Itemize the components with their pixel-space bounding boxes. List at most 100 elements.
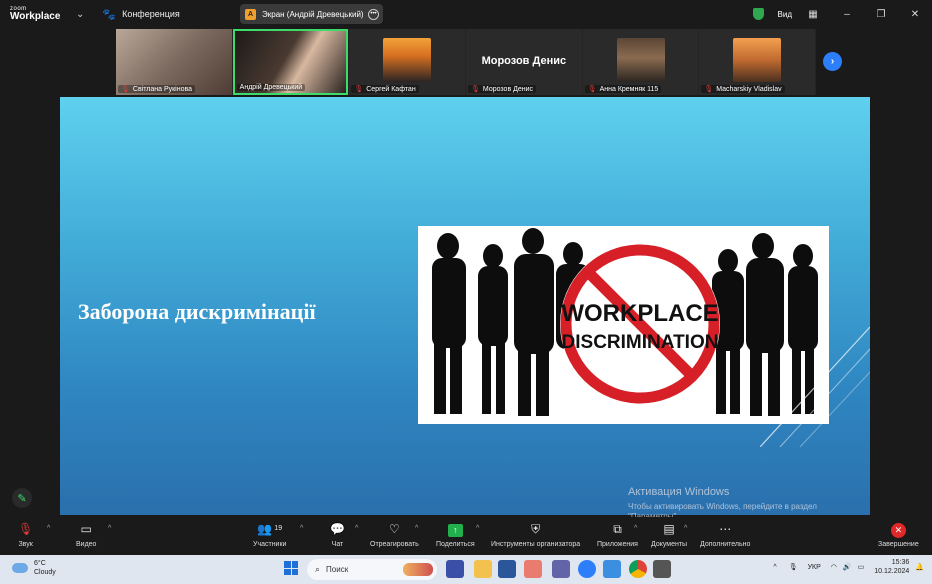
game-app-icon[interactable] [653,560,671,578]
paw-icon: 🐾 [102,8,117,21]
chevron-down-icon[interactable]: ⌄ [76,9,84,20]
video-options-caret[interactable]: ^ [108,525,111,532]
participant-name-tag: 🎙 Анна Кремняк 115 [584,85,662,93]
apps-icon: ⧉ [613,522,622,536]
windows-taskbar: 6°C Cloudy ⌕ Поиск ^ 🎙 УКР ◠ 🔊 ▭ 15:36 1… [0,555,932,584]
browser-app-icon[interactable] [524,560,542,578]
chat-icon: 💬 [330,522,345,536]
end-meeting-button[interactable]: ✕ Завершение [878,521,919,548]
more-dots-icon: ⋯ [719,522,732,536]
profile-picture [616,38,665,82]
view-options-icon[interactable]: ▦ [796,9,830,20]
participants-icon: 👥 19 [257,522,283,536]
participant-display-name: Морозов Денис [481,55,567,67]
more-button[interactable]: ⋯ Дополнительно [700,521,750,548]
decorative-lines [760,326,870,447]
muted-mic-icon: 🎙 [471,86,480,93]
muted-mic-icon: 🎙 [121,86,130,93]
participant-name-tag: 🎙 Macharskiy Vladislav [701,85,785,93]
battery-icon[interactable]: ▭ [858,563,865,571]
more-options-icon[interactable]: ••• [368,8,379,20]
profile-picture [733,38,782,82]
share-options-caret[interactable]: ^ [476,525,479,532]
apps-button[interactable]: ⧉ Приложения [597,521,638,548]
screen-share-label: Экран (Андрій Древецький) [262,9,364,19]
chat-options-caret[interactable]: ^ [355,525,358,532]
participant-tile[interactable]: 🎙 Анна Кремняк 115 [582,29,699,95]
security-shield-icon[interactable] [752,8,764,20]
participant-tile-active-speaker[interactable]: Андрій Древецький [232,29,349,95]
participant-tile[interactable]: 🎙 Сергей Кафтан [349,29,466,95]
shared-screen-area: Заборона дискримінації WORKPLACE DISCRIM… [0,95,932,521]
muted-microphone-icon: 🎙 [18,522,34,536]
chrome-icon[interactable] [629,560,647,578]
participant-tile[interactable]: 🎙 Macharskiy Vladislav [699,29,816,95]
participant-tile[interactable]: 🎙 Світлана Рукінова [116,29,232,95]
notification-bell-icon[interactable]: 🔔 [915,563,924,571]
video-camera-icon: ▭ [80,522,92,536]
restore-button[interactable]: ❐ [864,9,898,20]
react-options-caret[interactable]: ^ [415,525,418,532]
participant-tile[interactable]: Морозов Денис 🎙 Морозов Денис [466,29,582,95]
share-screen-button[interactable]: ↑ Поделиться [436,521,475,548]
zoom-taskbar-icon[interactable] [578,560,596,578]
slide-title: Заборона дискримінації [78,299,316,324]
participant-name-tag: Андрій Древецький [236,84,306,91]
docs-options-caret[interactable]: ^ [684,525,687,532]
participants-options-caret[interactable]: ^ [300,525,303,532]
system-tray: ^ 🎙 УКР ◠ 🔊 ▭ 15:36 10.12.2024 🔔 [773,558,924,577]
sharer-avatar-icon: A [245,8,256,20]
muted-mic-icon: 🎙 [587,86,597,93]
cloud-icon [12,563,28,574]
video-button[interactable]: ▭ Видео [76,521,96,548]
weather-widget[interactable]: 6°C Cloudy [12,559,56,577]
apps-options-caret[interactable]: ^ [634,525,637,532]
word-icon[interactable] [498,560,516,578]
microphone-icon[interactable]: 🎙 [789,563,798,571]
participant-name-tag: 🎙 Світлана Рукінова [118,85,196,93]
taskbar-search[interactable]: ⌕ Поиск [307,559,437,580]
participants-button[interactable]: 👥 19 Участники [253,521,286,548]
image-text-workplace: WORKPLACE [561,300,718,327]
search-highlight-image [403,563,433,576]
search-icon: ⌕ [315,564,321,574]
file-explorer-icon[interactable] [474,560,492,578]
meeting-toolbar: 🎙 Звук ^ ▭ Видео ^ 👥 19 Участники ^ 💬 Чат… [0,517,932,554]
audio-button[interactable]: 🎙 Звук [18,521,33,548]
participant-name-tag: 🎙 Сергей Кафтан [351,85,419,93]
telegram-icon[interactable] [603,560,621,578]
image-text-discrimination: DISCRIMINATION [562,332,719,353]
messenger-icon[interactable] [552,560,570,578]
react-button[interactable]: ♡ Отреагировать [370,521,419,548]
annotate-pen-icon[interactable]: ✎ [12,488,32,508]
volume-icon[interactable]: 🔊 [843,563,852,571]
shield-icon: ⛨ [531,522,541,536]
heart-icon: ♡ [389,522,400,536]
muted-mic-icon: 🎙 [354,86,364,93]
close-button[interactable]: ✕ [898,9,932,20]
host-tools-button[interactable]: ⛨ Инструменты организатора [491,521,580,548]
zoom-logo[interactable]: zoom Workplace [10,6,70,22]
document-icon: ▤ [663,522,675,536]
participant-strip: 🎙 Світлана Рукінова Андрій Древецький 🎙 Се… [116,29,816,95]
conference-menu[interactable]: 🐾 Конференция [102,8,179,21]
view-button[interactable]: Вид [778,10,792,19]
profile-picture [383,38,432,82]
conference-label: Конференция [122,9,180,19]
chat-button[interactable]: 💬 Чат [330,521,345,548]
save-app-icon[interactable] [446,560,464,578]
show-hidden-icons-icon[interactable]: ^ [773,564,776,571]
start-button[interactable] [284,561,298,575]
minimize-button[interactable]: – [830,9,864,20]
screen-share-indicator[interactable]: A Экран (Андрій Древецький) ••• [240,4,383,24]
language-indicator[interactable]: УКР [808,564,821,571]
next-page-button[interactable]: › [823,52,842,71]
docs-button[interactable]: ▤ Документы [651,521,687,548]
audio-options-caret[interactable]: ^ [47,525,50,532]
muted-mic-icon: 🎙 [704,86,714,93]
wifi-icon[interactable]: ◠ [831,563,837,571]
clock[interactable]: 15:36 10.12.2024 [874,558,909,577]
presentation-slide: Заборона дискримінації WORKPLACE DISCRIM… [60,97,870,515]
participant-name-tag: 🎙 Морозов Денис [468,85,537,93]
close-icon: ✕ [890,523,906,538]
